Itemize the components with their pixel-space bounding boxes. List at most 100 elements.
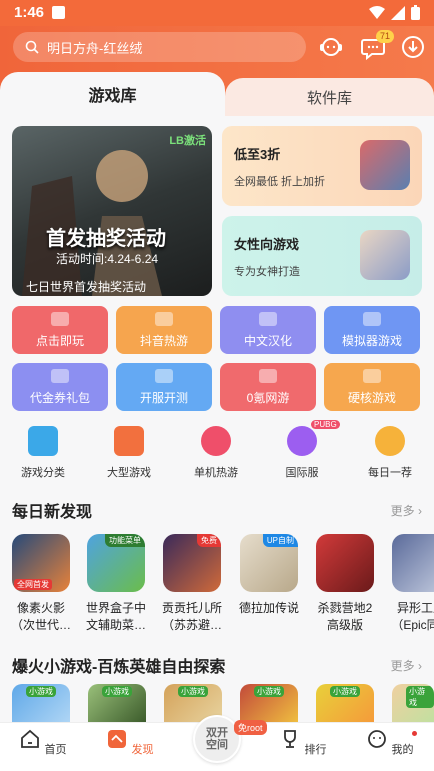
main-content: LB激活 首发抽奖活动 活动时间:4.24-6.24 七日世界首发抽奖活动 低至…	[0, 116, 434, 722]
mini-game-thumb[interactable]: 小游戏	[12, 684, 70, 722]
btn-label: 抖音热游	[139, 333, 188, 348]
btn-label: 代金券礼包	[29, 390, 90, 405]
btn-label: 点击即玩	[35, 333, 84, 348]
customer-service-icon[interactable]	[318, 34, 344, 60]
nav-mine[interactable]: 我的	[360, 729, 420, 757]
app-icon: UP自制	[240, 534, 298, 592]
banner-logo: LB激活	[169, 135, 206, 147]
app-tag: 免费	[197, 534, 221, 547]
notification-icon	[52, 6, 65, 19]
battery-icon	[411, 5, 420, 20]
wifi-icon	[369, 5, 385, 19]
nav-home[interactable]: 首页	[13, 729, 73, 757]
category-icon	[28, 426, 58, 456]
tab-software-library[interactable]: 软件库	[225, 78, 434, 116]
btn-emulator-games[interactable]: 模拟器游戏	[324, 306, 420, 354]
app-item[interactable]: 杀戮营地2 高级版	[313, 534, 377, 634]
nav-discover[interactable]: 发现	[100, 729, 160, 757]
library-tabs: 软件库 游戏库	[0, 72, 434, 116]
translate-icon	[259, 311, 277, 326]
mini-game-thumb[interactable]: 小游戏	[392, 684, 434, 722]
more-link-daily[interactable]: 更多 ›	[391, 502, 422, 519]
btn-douyin-games[interactable]: 抖音热游	[116, 306, 212, 354]
search-icon	[25, 40, 39, 54]
category-single-player[interactable]: 单机热游	[181, 426, 251, 480]
app-item[interactable]: 全网首发 像素火影 （次世代…	[9, 534, 73, 634]
trophy-icon	[284, 730, 297, 748]
btn-vouchers[interactable]: 代金券礼包	[12, 363, 108, 411]
btn-label: 模拟器游戏	[341, 333, 402, 348]
app-icon: 功能菜单	[87, 534, 145, 592]
home-icon	[21, 729, 40, 748]
promo-card-discount[interactable]: 低至3折 全网最低 折上加折	[222, 126, 422, 206]
app-name-line1: 贡贡托儿所	[161, 601, 222, 615]
top-header: 明日方舟-红丝绒 71	[0, 26, 434, 72]
pacman-icon	[201, 426, 231, 456]
ticket-icon	[51, 368, 69, 383]
category-international[interactable]: 国际服 PUBG	[267, 420, 340, 480]
discover-icon	[108, 730, 127, 748]
signal-icon	[391, 5, 405, 20]
event-banner[interactable]: LB激活 首发抽奖活动 活动时间:4.24-6.24 七日世界首发抽奖活动	[12, 126, 212, 296]
app-item[interactable]: 异形工厂 （Epic同…	[389, 534, 434, 634]
gamepad-icon	[363, 311, 381, 326]
btn-server-launch[interactable]: 开服开测	[116, 363, 212, 411]
more-label: 更多	[390, 659, 415, 673]
section-title-mini-games: 爆火小游戏-百炼英雄自由探索	[12, 659, 226, 676]
globe-icon	[287, 426, 317, 456]
no-root-tag: 免root	[234, 720, 267, 735]
search-bar[interactable]: 明日方舟-红丝绒	[13, 32, 306, 62]
mini-tag: 小游戏	[330, 686, 360, 697]
category-daily-pick[interactable]: 每日一荐	[355, 426, 425, 480]
app-tag: UP自制	[262, 534, 298, 547]
app-icon	[392, 534, 434, 592]
app-name: 贡贡托儿所 （苏苏避…	[160, 600, 224, 634]
mini-tag: 小游戏	[26, 686, 56, 697]
promo-card-female-games[interactable]: 女性向游戏 专为女神打造	[222, 216, 422, 296]
category-row: 游戏分类 大型游戏 单机热游 国际服 PUBG 每日一荐	[0, 420, 434, 486]
nav-label: 我的	[391, 744, 414, 756]
category-large-games[interactable]: 大型游戏	[94, 426, 164, 480]
app-tag: 全网首发	[14, 579, 52, 590]
profile-icon	[368, 730, 387, 748]
btn-instant-play[interactable]: 点击即玩	[12, 306, 108, 354]
btn-label: 硬核游戏	[347, 390, 396, 405]
btn-chinese-localized[interactable]: 中文汉化	[220, 306, 316, 354]
app-name: 杀戮营地2 高级版	[313, 600, 377, 634]
ghost-icon	[51, 311, 69, 326]
mini-game-thumb[interactable]: 小游戏	[88, 684, 146, 722]
star-icon	[375, 426, 405, 456]
mini-game-thumb[interactable]: 小游戏	[240, 684, 298, 722]
app-item[interactable]: 免费 贡贡托儿所 （苏苏避…	[160, 534, 224, 634]
puzzle-icon	[114, 426, 144, 456]
nav-ranking[interactable]: 排行	[273, 729, 333, 757]
more-link-mini-games[interactable]: 更多 ›	[391, 657, 422, 674]
category-label: 单机热游	[194, 467, 238, 479]
app-name-line1: 异形工厂	[396, 601, 434, 615]
category-game-types[interactable]: 游戏分类	[8, 426, 78, 480]
status-time: 1:46	[14, 4, 45, 21]
app-name-line2: （苏苏避…	[161, 618, 222, 632]
mini-game-thumb[interactable]: 小游戏	[316, 684, 374, 722]
banner-time: 活动时间:4.24-6.24	[56, 252, 159, 266]
app-item[interactable]: UP自制 德拉加传说	[237, 534, 301, 617]
app-item[interactable]: 功能菜单 世界盒子中 文辅助菜…	[84, 534, 148, 634]
search-placeholder: 明日方舟-红丝绒	[47, 40, 143, 56]
section-title-daily: 每日新发现	[12, 504, 93, 521]
app-name-line2: 高级版	[326, 618, 363, 632]
feature-grid-row-1: 点击即玩 抖音热游 中文汉化 模拟器游戏	[12, 306, 422, 354]
btn-label: 0氪网游	[246, 390, 290, 405]
tab-game-library[interactable]: 游戏库	[0, 72, 225, 116]
promo-thumbnail	[360, 140, 410, 190]
download-icon[interactable]	[400, 34, 426, 60]
nav-label: 发现	[131, 744, 154, 756]
btn-hardcore-games[interactable]: 硬核游戏	[324, 363, 420, 411]
controller-icon	[259, 368, 277, 383]
btn-label: 中文汉化	[243, 333, 292, 348]
app-name: 世界盒子中 文辅助菜…	[84, 600, 148, 634]
app-name-line1: 像素火影	[16, 601, 65, 615]
swords-icon	[363, 368, 381, 383]
app-name: 德拉加传说	[237, 600, 301, 617]
btn-free-online[interactable]: 0氪网游	[220, 363, 316, 411]
category-label: 国际服	[285, 467, 319, 479]
